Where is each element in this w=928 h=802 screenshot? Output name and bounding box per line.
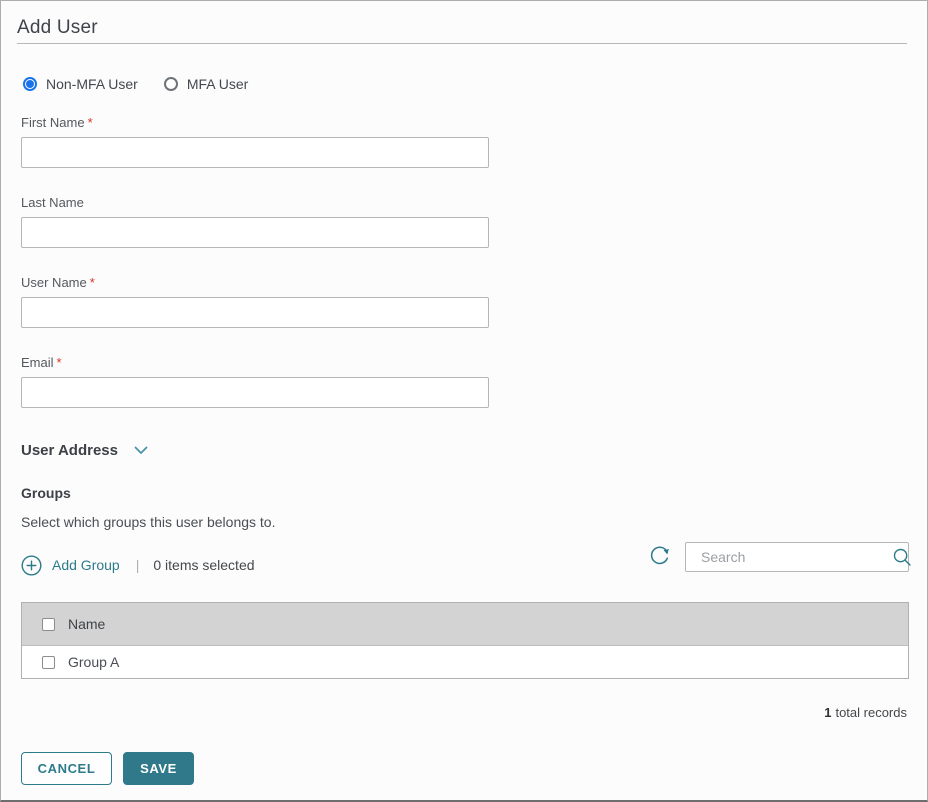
refresh-button[interactable] xyxy=(647,543,673,569)
radio-unselected-icon[interactable] xyxy=(164,77,178,91)
search-icon[interactable] xyxy=(888,547,922,567)
user-address-label: User Address xyxy=(21,442,118,459)
user-name-field: User Name* xyxy=(21,275,489,328)
group-name-cell: Group A xyxy=(68,654,119,670)
user-name-label: User Name* xyxy=(21,275,489,290)
user-name-label-text: User Name xyxy=(21,275,87,290)
total-records-count: 1 xyxy=(824,705,831,720)
required-asterisk: * xyxy=(90,275,95,290)
first-name-field: First Name* xyxy=(21,115,489,168)
page-title: Add User xyxy=(17,17,98,39)
add-user-page: Add User Non-MFA User MFA User First Nam… xyxy=(0,0,928,802)
last-name-input[interactable] xyxy=(21,217,489,248)
email-input[interactable] xyxy=(21,377,489,408)
table-header-row: Name xyxy=(22,603,908,646)
search-input[interactable] xyxy=(686,549,888,565)
column-header-name: Name xyxy=(68,616,105,632)
email-label: Email* xyxy=(21,355,489,370)
add-group-button[interactable]: Add Group xyxy=(21,555,120,576)
groups-heading: Groups xyxy=(21,485,71,501)
user-type-radio-group: Non-MFA User MFA User xyxy=(23,76,248,92)
groups-description: Select which groups this user belongs to… xyxy=(21,514,275,530)
email-label-text: Email xyxy=(21,355,54,370)
total-records-label: total records xyxy=(835,705,907,720)
radio-non-mfa-user[interactable]: Non-MFA User xyxy=(23,76,138,92)
first-name-input[interactable] xyxy=(21,137,489,168)
group-search xyxy=(685,542,909,572)
toolbar-separator: | xyxy=(136,557,140,573)
user-name-input[interactable] xyxy=(21,297,489,328)
radio-mfa-user[interactable]: MFA User xyxy=(164,76,248,92)
radio-mfa-label: MFA User xyxy=(187,76,248,92)
first-name-label: First Name* xyxy=(21,115,489,130)
add-group-label: Add Group xyxy=(52,557,120,573)
last-name-field: Last Name xyxy=(21,195,489,248)
groups-toolbar: Add Group | 0 items selected xyxy=(21,553,255,577)
first-name-label-text: First Name xyxy=(21,115,85,130)
required-asterisk: * xyxy=(88,115,93,130)
total-records: 1 total records xyxy=(824,705,907,720)
row-checkbox[interactable] xyxy=(42,656,55,669)
table-row[interactable]: Group A xyxy=(22,646,908,678)
groups-table: Name Group A xyxy=(21,602,909,679)
cancel-button[interactable]: CANCEL xyxy=(21,752,112,785)
radio-selected-icon[interactable] xyxy=(23,77,37,91)
radio-non-mfa-label: Non-MFA User xyxy=(46,76,138,92)
chevron-down-icon[interactable] xyxy=(134,446,148,455)
items-selected-count: 0 items selected xyxy=(153,557,254,573)
last-name-label: Last Name xyxy=(21,195,489,210)
refresh-icon[interactable] xyxy=(647,543,673,569)
user-address-toggle[interactable]: User Address xyxy=(21,442,148,459)
save-button[interactable]: SAVE xyxy=(123,752,194,785)
plus-circle-icon[interactable] xyxy=(21,555,42,576)
title-divider xyxy=(17,43,907,44)
select-all-checkbox[interactable] xyxy=(42,618,55,631)
required-asterisk: * xyxy=(57,355,62,370)
email-field: Email* xyxy=(21,355,489,408)
last-name-label-text: Last Name xyxy=(21,195,84,210)
